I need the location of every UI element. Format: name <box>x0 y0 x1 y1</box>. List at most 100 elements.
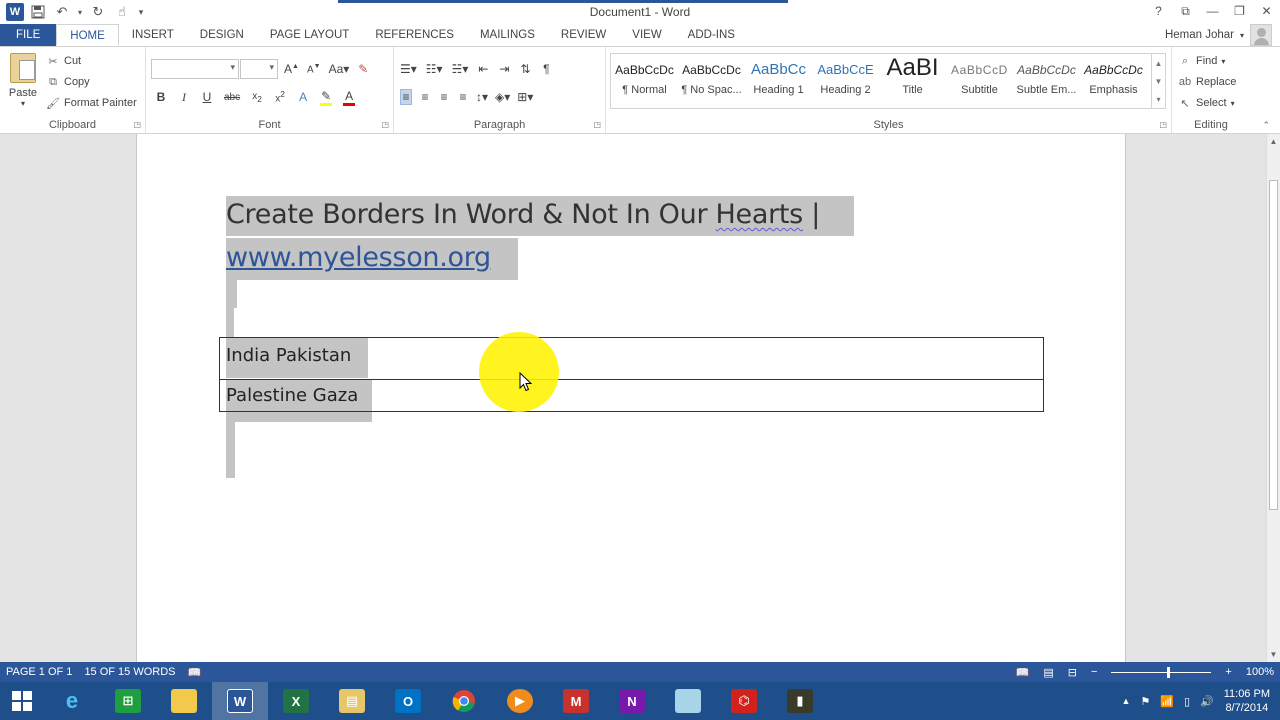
network-icon[interactable]: 📶 <box>1160 695 1174 708</box>
underline-icon[interactable]: U <box>201 90 213 104</box>
document-table[interactable]: India Pakistan Palestine Gaza <box>219 337 1044 412</box>
font-name-box[interactable] <box>151 59 239 79</box>
select-button[interactable]: ↖ Select ▾ <box>1178 95 1236 111</box>
tab-view[interactable]: VIEW <box>619 24 674 46</box>
cut-button[interactable]: ✂ Cut <box>46 53 137 69</box>
collapse-ribbon-icon[interactable]: ⌃ <box>1262 120 1270 131</box>
bullets-icon[interactable]: ☰▾ <box>400 62 417 76</box>
close-icon[interactable]: ✕ <box>1253 0 1280 22</box>
taskbar-outlook[interactable]: O <box>380 682 436 720</box>
strikethrough-icon[interactable]: abc <box>224 92 240 103</box>
zoom-in-icon[interactable]: + <box>1225 666 1231 678</box>
zoom-out-icon[interactable]: − <box>1091 666 1097 678</box>
document-page[interactable]: Create Borders In Word & Not In Our Hear… <box>136 134 1126 662</box>
help-icon[interactable]: ? <box>1145 0 1172 22</box>
scrollbar-thumb[interactable] <box>1269 180 1278 510</box>
taskbar-excel[interactable]: X <box>268 682 324 720</box>
table-row[interactable]: India Pakistan <box>220 338 1043 380</box>
minimize-icon[interactable]: — <box>1199 0 1226 22</box>
highlight-color-icon[interactable]: ✎ <box>320 89 333 106</box>
chevron-down-icon[interactable]: ▾ <box>6 99 40 108</box>
change-case-icon[interactable]: Aa▾ <box>329 62 350 76</box>
style-heading-2[interactable]: AaBbCcE Heading 2 <box>812 54 879 108</box>
taskbar-recorder[interactable]: ▮ <box>772 682 828 720</box>
style-no-spacing[interactable]: AaBbCcDc ¶ No Spac... <box>678 54 745 108</box>
start-button[interactable] <box>0 682 44 720</box>
style-heading-1[interactable]: AaBbCc Heading 1 <box>745 54 812 108</box>
volume-icon[interactable]: 🔊 <box>1200 695 1214 708</box>
taskbar-file-manager[interactable]: ▤ <box>324 682 380 720</box>
subscript-icon[interactable]: x2 <box>251 91 263 104</box>
tab-insert[interactable]: INSERT <box>119 24 187 46</box>
borders-icon[interactable]: ⊞▾ <box>517 90 533 104</box>
style-normal[interactable]: AaBbCcDc ¶ Normal <box>611 54 678 108</box>
taskbar-internet-explorer[interactable]: e <box>44 682 100 720</box>
taskbar-store[interactable]: ⊞ <box>100 682 156 720</box>
tab-mailings[interactable]: MAILINGS <box>467 24 548 46</box>
clear-formatting-icon[interactable]: ✎ <box>357 62 369 76</box>
tab-page-layout[interactable]: PAGE LAYOUT <box>257 24 362 46</box>
dialog-launcher-icon[interactable]: ◳ <box>1159 120 1167 129</box>
restore-icon[interactable]: ❐ <box>1226 0 1253 22</box>
tab-design[interactable]: DESIGN <box>187 24 257 46</box>
table-cell[interactable]: Palestine Gaza <box>220 380 1043 406</box>
web-layout-icon[interactable]: ⊟ <box>1068 666 1077 679</box>
tab-review[interactable]: REVIEW <box>548 24 619 46</box>
read-mode-icon[interactable]: 📖 <box>1016 666 1030 679</box>
taskbar-onenote[interactable]: N <box>604 682 660 720</box>
taskbar-media-player[interactable]: ▶ <box>492 682 548 720</box>
justify-icon[interactable]: ≡ <box>457 90 469 104</box>
shrink-font-icon[interactable]: A▼ <box>307 63 321 75</box>
website-link[interactable]: www.myelesson.org <box>226 242 491 273</box>
taskbar-explorer[interactable] <box>156 682 212 720</box>
style-title[interactable]: AaBI Title <box>879 54 946 108</box>
battery-icon[interactable]: ▯ <box>1184 695 1190 708</box>
gallery-more-icon[interactable]: ▾ <box>1156 95 1160 104</box>
italic-icon[interactable]: I <box>178 90 190 105</box>
copy-button[interactable]: ⧉ Copy <box>46 74 137 90</box>
style-subtitle[interactable]: AaBbCcD Subtitle <box>946 54 1013 108</box>
paste-button[interactable]: Paste ▾ <box>6 53 40 108</box>
tab-file[interactable]: FILE <box>0 24 57 46</box>
decrease-indent-icon[interactable]: ⇤ <box>477 62 489 76</box>
shading-icon[interactable]: ◈▾ <box>495 90 510 104</box>
font-size-box[interactable] <box>240 59 278 79</box>
table-row[interactable]: Palestine Gaza <box>220 380 1043 411</box>
table-cell[interactable]: India Pakistan <box>220 338 1043 366</box>
spelling-flagged-word[interactable]: Hearts <box>716 199 804 230</box>
taskbar-acrobat[interactable]: ⌬ <box>716 682 772 720</box>
chevron-up-icon[interactable]: ▲ <box>1267 137 1280 146</box>
zoom-slider[interactable] <box>1111 666 1212 678</box>
find-button[interactable]: ⌕ Find ▾ <box>1178 53 1236 69</box>
style-subtle-emphasis[interactable]: AaBbCcDc Subtle Em... <box>1013 54 1080 108</box>
avatar[interactable] <box>1250 24 1272 46</box>
proofing-icon[interactable]: 📖 <box>182 666 208 679</box>
superscript-icon[interactable]: x2 <box>274 89 286 104</box>
user-name[interactable]: Heman Johar <box>1165 29 1234 41</box>
replace-button[interactable]: ab Replace <box>1178 74 1236 90</box>
taskbar-app-m[interactable]: M <box>548 682 604 720</box>
numbering-icon[interactable]: ☷▾ <box>426 62 443 76</box>
chevron-up-icon[interactable]: ▲ <box>1155 59 1163 68</box>
vertical-scrollbar[interactable]: ▲ ▼ <box>1266 134 1280 662</box>
action-center-icon[interactable]: ⚑ <box>1140 695 1150 708</box>
tab-home[interactable]: HOME <box>56 24 119 46</box>
ribbon-display-options-icon[interactable]: ⧉ <box>1172 0 1199 22</box>
print-layout-icon[interactable]: ▤ <box>1043 666 1053 679</box>
taskbar-notepad[interactable] <box>660 682 716 720</box>
dialog-launcher-icon[interactable]: ◳ <box>593 120 601 129</box>
zoom-level[interactable]: 100% <box>1246 666 1274 678</box>
document-heading[interactable]: Create Borders In Word & Not In Our Hear… <box>226 199 820 230</box>
font-color-icon[interactable]: A <box>343 89 356 106</box>
zoom-slider-thumb[interactable] <box>1167 666 1171 678</box>
multilevel-list-icon[interactable]: ☵▾ <box>452 62 469 76</box>
page-count[interactable]: PAGE 1 OF 1 <box>0 666 78 678</box>
taskbar-clock[interactable]: 11:06 PM 8/7/2014 <box>1224 687 1270 715</box>
taskbar-word[interactable]: W <box>212 682 268 720</box>
chevron-down-icon[interactable]: ▾ <box>1240 31 1244 40</box>
word-count[interactable]: 15 OF 15 WORDS <box>78 666 181 678</box>
dialog-launcher-icon[interactable]: ◳ <box>133 120 141 129</box>
pilcrow-icon[interactable]: ¶ <box>540 62 552 76</box>
align-left-icon[interactable]: ≡ <box>400 89 412 105</box>
style-emphasis[interactable]: AaBbCcDc Emphasis <box>1080 54 1147 108</box>
